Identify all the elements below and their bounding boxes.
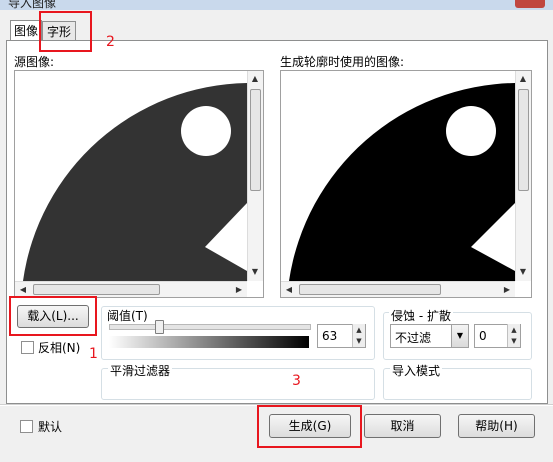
threshold-value: 63 [322,329,338,343]
preview-eye [446,106,496,156]
preview-vertical-thumb[interactable] [518,89,529,191]
source-eye [181,106,231,156]
scroll-left-icon[interactable]: ◀ [17,285,29,295]
threshold-gradient [109,336,309,348]
dropdown-arrow-icon[interactable]: ▼ [451,325,468,347]
amount-value: 0 [479,329,487,343]
scroll-up-icon[interactable]: ▲ [517,74,529,84]
default-label: 默认 [38,420,63,434]
source-image-view[interactable]: ▲ ▼ ◀ ▶ [14,70,264,298]
import-mode-label: 导入模式 [390,362,443,379]
scroll-down-icon[interactable]: ▼ [517,267,529,277]
source-horizontal-scrollbar[interactable]: ◀ ▶ [15,281,247,297]
scroll-right-icon[interactable]: ▶ [233,285,245,295]
annotation-box-2 [39,11,92,52]
default-checkbox[interactable] [20,420,33,433]
invert-label: 反相(N) [38,341,81,355]
amount-spinbox[interactable]: 0 ▲ ▼ [474,324,521,348]
threshold-label: 阈值(T) [107,309,148,323]
spin-down-icon[interactable]: ▼ [507,335,520,347]
annotation-number-1: 1 [89,346,98,362]
cancel-button[interactable]: 取消 [364,414,441,438]
preview-image-view[interactable]: ▲ ▼ ◀ ▶ [280,70,532,298]
invert-checkbox[interactable] [21,341,34,354]
source-horizontal-thumb[interactable] [33,284,160,295]
scroll-up-icon[interactable]: ▲ [249,74,261,84]
preview-image-canvas [289,83,515,281]
threshold-track[interactable] [109,324,311,330]
close-button[interactable] [515,0,545,8]
title-bar: 导入图像 [0,0,553,10]
erode-dilate-label: 侵蚀 - 扩散 [389,307,453,324]
annotation-number-2: 2 [106,34,115,50]
preview-horizontal-thumb[interactable] [299,284,441,295]
help-button-label: 帮助(H) [475,419,518,433]
threshold-slider-thumb[interactable] [155,320,164,334]
tab-image-label: 图像 [13,24,38,38]
spin-down-icon[interactable]: ▼ [352,335,365,347]
filter-select-value: 不过滤 [395,331,432,345]
preview-horizontal-scrollbar[interactable]: ◀ ▶ [281,281,515,297]
annotation-number-3: 3 [292,373,301,389]
source-image-canvas [23,83,247,281]
preview-vertical-scrollbar[interactable]: ▲ ▼ [515,71,531,281]
annotation-box-1 [9,296,97,336]
preview-image-label: 生成轮廓时使用的图像: [280,55,405,69]
source-vertical-scrollbar[interactable]: ▲ ▼ [247,71,263,281]
threshold-spinbox[interactable]: 63 ▲ ▼ [317,324,366,348]
filter-select[interactable]: 不过滤 ▼ [390,324,469,348]
smooth-filter-label: 平滑过滤器 [108,362,173,379]
scroll-right-icon[interactable]: ▶ [501,285,513,295]
annotation-box-3 [257,405,362,448]
help-button[interactable]: 帮助(H) [458,414,535,438]
source-image-label: 源图像: [14,55,55,69]
scroll-down-icon[interactable]: ▼ [249,267,261,277]
tab-image[interactable]: 图像 [10,20,42,41]
cancel-button-label: 取消 [390,419,415,433]
window-title: 导入图像 [8,0,57,10]
scroll-left-icon[interactable]: ◀ [283,285,295,295]
source-vertical-thumb[interactable] [250,89,261,191]
